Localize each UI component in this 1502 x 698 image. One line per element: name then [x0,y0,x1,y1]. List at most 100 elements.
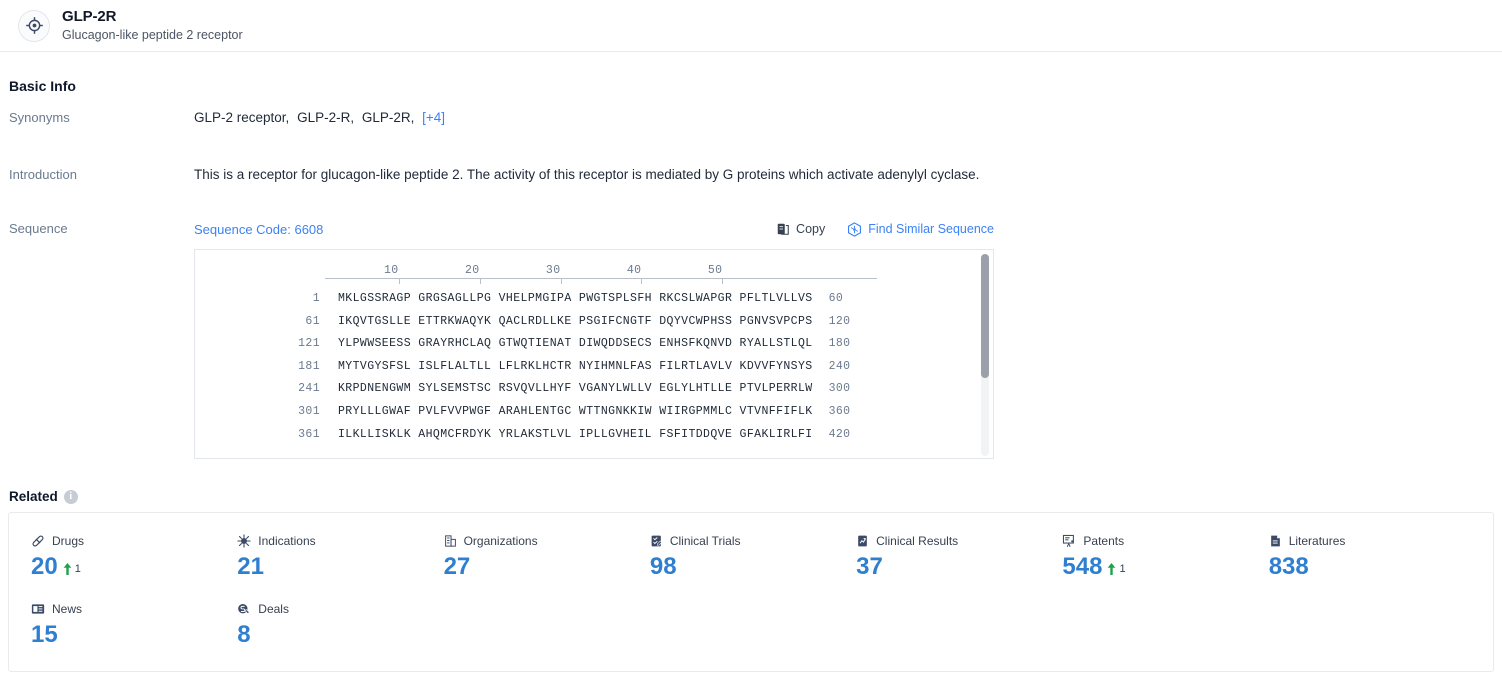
stat-delta-value: 1 [75,563,81,575]
introduction-label: Introduction [8,165,194,182]
related-stat-patents[interactable]: Patents 548 1 [1060,533,1266,581]
stat-header: Patents [1062,533,1266,549]
sequence-row-start: 301 [195,405,320,418]
related-stat-clinical-trials[interactable]: Clinical Trials98 [648,533,854,581]
related-stat-drugs[interactable]: Drugs 20 1 [29,533,235,581]
related-stat-indications[interactable]: Indications21 [235,533,441,581]
stat-value[interactable]: 8 [237,621,250,649]
stat-label: Clinical Results [876,534,958,548]
arrow-up-icon [63,563,72,575]
sequence-row-residues: MKLGSSRAGP GRGSAGLLPG VHELPMGIPA PWGTSPL… [320,292,813,305]
basic-info-heading: Basic Info [8,78,1494,94]
sequence-row-residues: PRYLLLGWAF PVLFVVPWGF ARAHLENTGC WTTNGNK… [320,405,813,418]
stat-label: Drugs [52,534,84,548]
clinical-result-icon [856,534,869,548]
sequence-row: 1MKLGSSRAGP GRGSAGLLPG VHELPMGIPA PWGTSP… [195,292,993,315]
sequence-row-residues: MYTVGYSFSL ISLFLALTLL LFLRKLHCTR NYIHMNL… [320,360,813,373]
related-stat-deals[interactable]: Deals 8 [235,601,441,649]
related-title: Related [9,489,58,504]
stat-value[interactable]: 548 [1062,553,1102,581]
stat-body: 15 [31,621,235,649]
stat-value[interactable]: 27 [444,553,471,581]
synonym-item: GLP-2-R, [297,110,354,125]
stat-body: 8 [237,621,441,649]
stat-label: Organizations [464,534,538,548]
sequence-actions: Copy Fi [776,222,994,237]
sequence-row-residues: ILKLLISKLK AHQMCFRDYK YRLAKSTLVL IPLLGVH… [320,428,813,441]
find-similar-icon [847,222,862,237]
sequence-row: Sequence Sequence Code: 6608 [8,219,1494,459]
stat-body: 27 [444,553,648,581]
stat-value[interactable]: 37 [856,553,883,581]
news-icon [31,602,45,616]
ruler-labels: 1020304050 [325,264,877,278]
stat-value[interactable]: 98 [650,553,677,581]
deal-icon [237,602,251,616]
ruler-tick-label: 40 [627,264,642,277]
ruler-tick [722,279,723,284]
sequence-content: 1020304050 1MKLGSSRAGP GRGSAGLLPG VHELPM… [195,250,993,450]
sequence-row-start: 361 [195,428,320,441]
introduction-row: Introduction This is a receptor for gluc… [8,165,1494,184]
related-stat-clinical-results[interactable]: Clinical Results 37 [854,533,1060,581]
sequence-row: 301PRYLLLGWAF PVLFVVPWGF ARAHLENTGC WTTN… [195,405,993,428]
stat-header: News [31,601,235,617]
sequence-row-end: 360 [813,405,851,418]
sequence-row: 361ILKLLISKLK AHQMCFRDYK YRLAKSTLVL IPLL… [195,428,993,451]
page-content: Basic Info Synonyms GLP-2 receptor, GLP-… [0,78,1502,672]
synonyms-label: Synonyms [8,108,194,125]
introduction-text: This is a receptor for glucagon-like pep… [194,165,979,184]
find-similar-sequence-button[interactable]: Find Similar Sequence [847,222,994,237]
copy-label: Copy [796,222,825,236]
stat-value[interactable]: 838 [1269,553,1309,581]
ruler-line [325,278,877,284]
sequence-label: Sequence [8,219,194,236]
organization-icon [444,534,457,548]
related-stat-organizations[interactable]: Organizations 27 [442,533,648,581]
arrow-up-icon [1107,563,1116,575]
ruler-tick [641,279,642,284]
stat-value[interactable]: 20 [31,553,58,581]
patent-icon [1062,534,1076,548]
stat-delta-value: 1 [1119,563,1125,575]
sequence-row: 241KRPDNENGWM SYLSEMSTSC RSVQVLLHYF VGAN… [195,382,993,405]
stat-value[interactable]: 21 [237,553,264,581]
sequence-row-residues: KRPDNENGWM SYLSEMSTSC RSVQVLLHYF VGANYLW… [320,382,813,395]
sequence-row-end: 180 [813,337,851,350]
stat-body: 20 1 [31,553,235,581]
sequence-row-start: 1 [195,292,320,305]
page-subtitle: Glucagon-like peptide 2 receptor [62,27,243,43]
sequence-row-end: 420 [813,428,851,441]
virus-icon [237,534,251,548]
clinical-trial-icon [650,534,663,548]
sequence-ruler: 1020304050 [325,264,877,292]
related-card: Drugs 20 1 Indications21 Organizations 27 Clin… [8,512,1494,672]
find-similar-label: Find Similar Sequence [868,222,994,236]
stat-header: Clinical Results [856,533,1060,549]
copy-button[interactable]: Copy [776,222,825,236]
ruler-tick-label: 50 [708,264,723,277]
sequence-scrollbar-thumb[interactable] [981,254,989,378]
stat-label: Deals [258,602,289,616]
info-icon[interactable]: i [64,490,78,504]
related-heading: Related i [8,489,1494,504]
stat-value[interactable]: 15 [31,621,58,649]
synonyms-more-link[interactable]: [+4] [422,110,445,125]
related-stat-news[interactable]: News 15 [29,601,235,649]
sequence-row-end: 120 [813,315,851,328]
related-stats-grid: Drugs 20 1 Indications21 Organizations 27 Clin… [29,533,1473,649]
stat-header: Drugs [31,533,235,549]
sequence-code-link[interactable]: Sequence Code: 6608 [194,222,323,237]
sequence-row-end: 60 [813,292,844,305]
sequence-row-end: 240 [813,360,851,373]
sequence-viewer[interactable]: 1020304050 1MKLGSSRAGP GRGSAGLLPG VHELPM… [194,249,994,459]
sequence-scrollbar[interactable] [981,254,989,456]
synonyms-value: GLP-2 receptor, GLP-2-R, GLP-2R, [+4] [194,108,445,127]
stat-delta: 1 [63,563,81,581]
page-title: GLP-2R [62,8,243,26]
stat-body: 21 [237,553,441,581]
sequence-row-end: 300 [813,382,851,395]
synonym-item: GLP-2 receptor, [194,110,289,125]
sequence-row-residues: IKQVTGSLLE ETTRKWAQYK QACLRDLLKE PSGIFCN… [320,315,813,328]
related-stat-literatures[interactable]: Literatures838 [1267,533,1473,581]
